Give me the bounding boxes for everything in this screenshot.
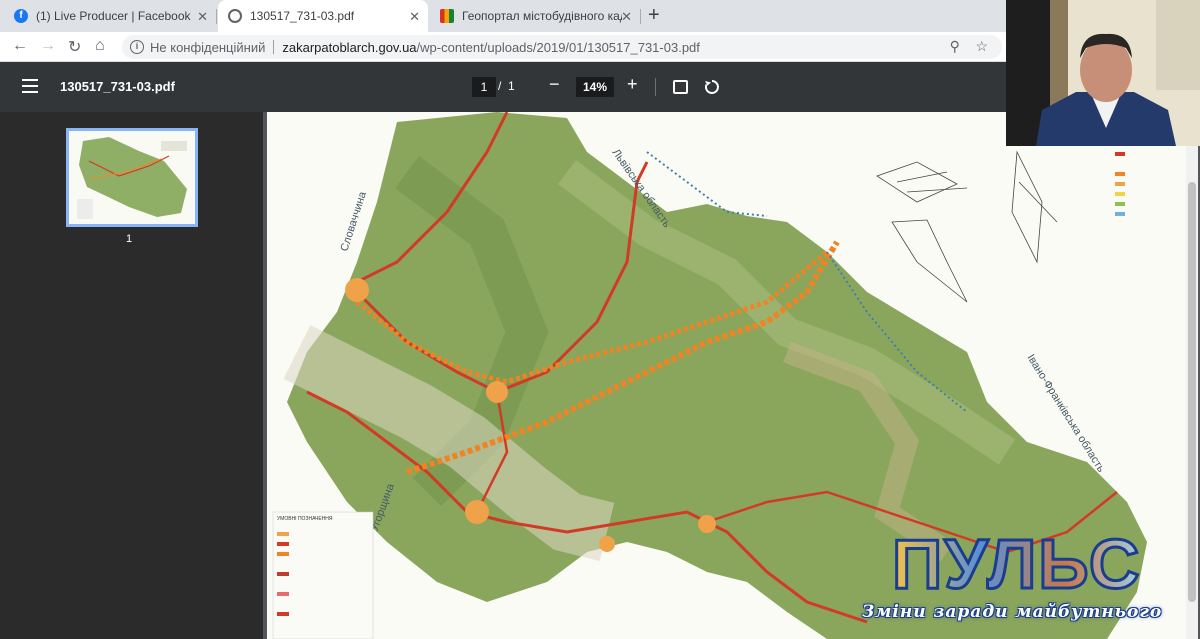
back-button[interactable]: ← (12, 37, 28, 55)
tab-label: (1) Live Producer | Facebook (36, 9, 191, 23)
zoom-search-icon[interactable]: ⚲ (950, 38, 960, 54)
address-bar[interactable]: i Не конфіденційний zakarpatoblarch.gov.… (122, 35, 1002, 59)
tab-label: Геопортал містобудівного када (462, 9, 622, 23)
new-tab-button[interactable]: + (648, 4, 660, 27)
thumbnail-sidebar: 1 (0, 112, 263, 639)
thumbnail-map-image (69, 131, 195, 224)
url-host: zakarpatoblarch.gov.ua (282, 39, 417, 55)
webcam-overlay (1006, 0, 1200, 146)
tab-pdf[interactable]: 130517_731-03.pdf ✕ (218, 0, 428, 32)
tab-label: 130517_731-03.pdf (250, 9, 355, 23)
legend-title: УМОВНІ ПОЗНАЧЕННЯ (277, 516, 333, 522)
thumbnail-page-number: 1 (126, 233, 133, 245)
vertical-scrollbar[interactable] (1186, 112, 1198, 639)
pdf-toolbar: 130517_731-03.pdf 1 / 1 − 14% + (0, 62, 1006, 112)
tab-facebook[interactable]: f (1) Live Producer | Facebook ✕ (4, 0, 216, 32)
rotate-icon[interactable] (704, 79, 720, 95)
tab-geoportal[interactable]: Геопортал містобудівного када ✕ (430, 0, 640, 32)
fit-page-icon[interactable] (673, 80, 688, 94)
logo-slogan: Зміни заради майбутнього (862, 602, 1163, 622)
reload-button[interactable]: ↻ (68, 37, 81, 57)
bookmark-star-icon[interactable]: ☆ (975, 38, 988, 54)
map-legend-left: УМОВНІ ПОЗНАЧЕННЯ (272, 511, 374, 639)
zoom-out-button[interactable]: − (549, 74, 560, 95)
url-path: /wp-content/uploads/2019/01/130517_731-0… (416, 39, 700, 55)
not-secure-label: Не конфіденційний (150, 39, 266, 55)
home-button[interactable]: ⌂ (95, 37, 105, 55)
page-count: / 1 (498, 79, 515, 93)
close-icon[interactable]: ✕ (409, 9, 420, 25)
close-icon[interactable]: ✕ (197, 9, 208, 25)
zoom-input[interactable]: 14% (576, 77, 614, 97)
pdf-title: 130517_731-03.pdf (60, 79, 175, 94)
close-icon[interactable]: ✕ (621, 9, 632, 25)
globe-icon (228, 9, 242, 23)
info-icon[interactable]: i (130, 40, 144, 54)
zoom-in-button[interactable]: + (627, 74, 638, 95)
forward-button[interactable]: → (40, 37, 56, 55)
geoportal-icon (440, 9, 454, 23)
page-thumbnail[interactable] (66, 128, 198, 227)
page-number-input[interactable]: 1 (472, 77, 496, 97)
logo-text: ПУЛЬС (892, 525, 1141, 603)
facebook-icon: f (14, 9, 28, 23)
presenter-video (1006, 0, 1200, 146)
menu-icon[interactable] (22, 79, 38, 93)
